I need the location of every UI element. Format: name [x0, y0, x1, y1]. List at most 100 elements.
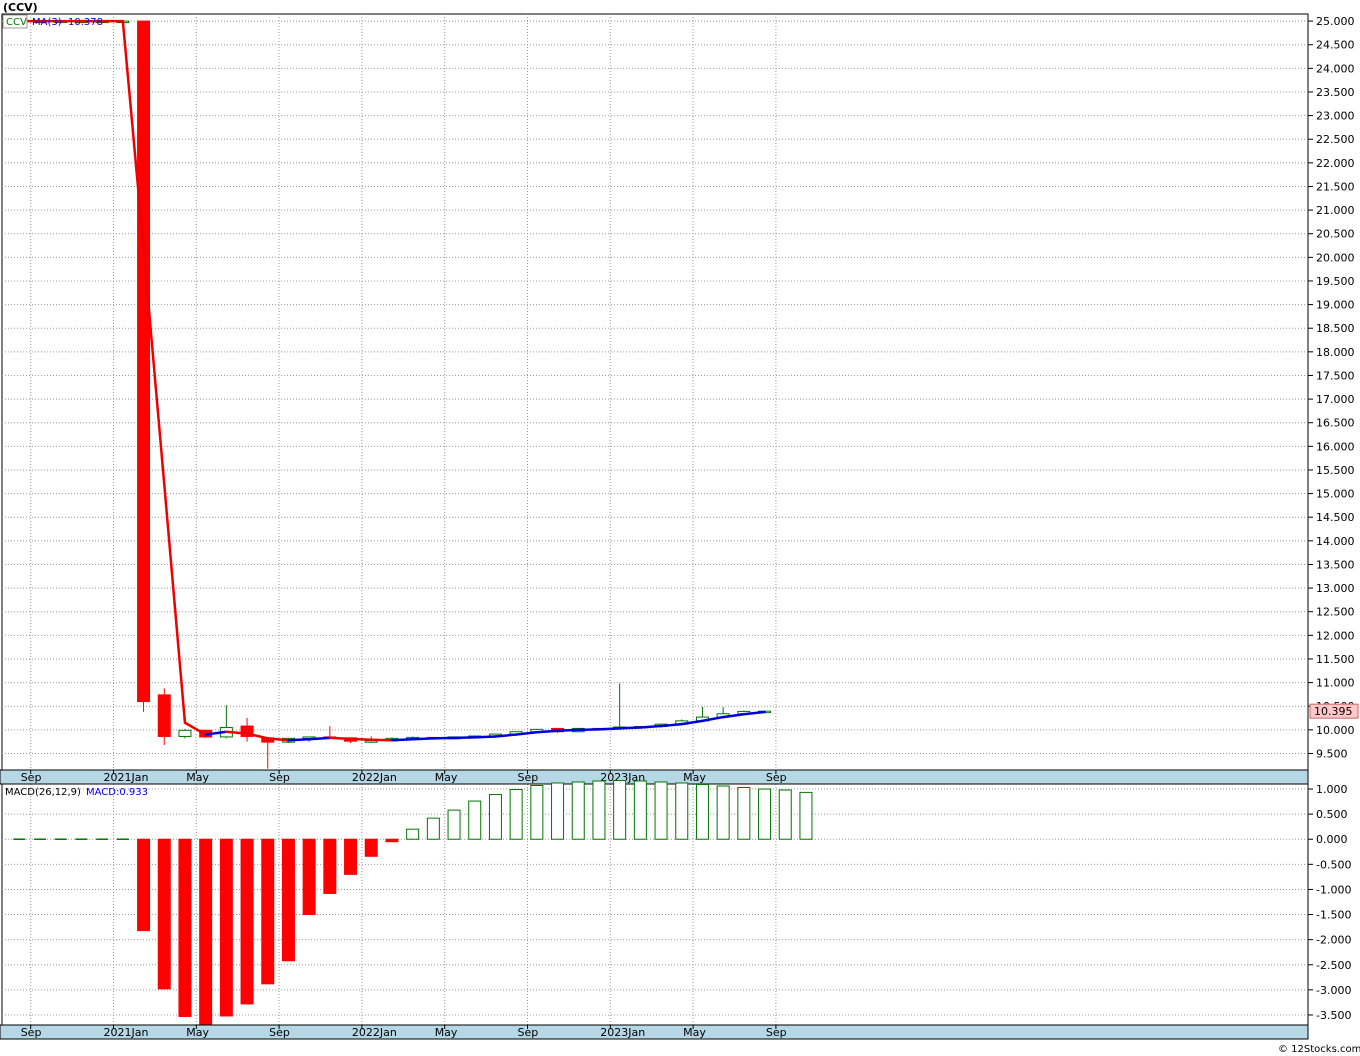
legend-symbol: CCV [6, 17, 27, 28]
macd-bar [509, 789, 523, 840]
macd-x-tick-label: Sep [518, 1026, 539, 1039]
macd-y-tick-label: 0.000 [1316, 833, 1348, 846]
macd-y-tick-label: 1.000 [1316, 783, 1348, 796]
candle-body [178, 729, 192, 737]
price-x-tick-label: Sep [518, 771, 539, 784]
macd-x-tick-label: May [683, 1026, 706, 1039]
price-y-tick-label: 10.000 [1316, 724, 1355, 737]
price-y-tick-label: 17.500 [1316, 369, 1355, 382]
price-y-tick-label: 16.500 [1316, 417, 1355, 430]
price-y-tick-label: 15.500 [1316, 464, 1355, 477]
macd-bar [426, 817, 440, 840]
macd-bar [571, 781, 585, 840]
price-x-tick-label: May [683, 771, 706, 784]
price-y-tick-label: 11.000 [1316, 677, 1355, 690]
legend-ma-value: 10.378 [68, 17, 103, 28]
ma3-segment [473, 735, 497, 739]
macd-x-tick-label: Sep [269, 1026, 290, 1039]
ma3-segment [618, 726, 642, 730]
price-x-tick-label: May [435, 771, 458, 784]
macd-bar [551, 782, 565, 840]
ma3-segment [287, 738, 311, 742]
macd-bar [613, 779, 627, 840]
macd-bar [364, 838, 378, 857]
price-y-tick-label: 14.000 [1316, 535, 1355, 548]
macd-x-tick-label: 2022Jan [352, 1026, 397, 1039]
price-y-tick-label: 23.000 [1316, 110, 1355, 123]
macd-y-tick-label: -3.500 [1316, 1009, 1351, 1022]
macd-x-tick-label: May [435, 1026, 458, 1039]
macd-bar [302, 838, 316, 916]
ma3-segment [411, 737, 435, 741]
macd-bar [261, 838, 275, 985]
price-y-tick-label: 15.000 [1316, 488, 1355, 501]
price-x-tick-label: Sep [269, 771, 290, 784]
macd-bar [716, 785, 730, 840]
macd-bar [633, 780, 647, 840]
price-y-tick-label: 12.500 [1316, 606, 1355, 619]
macd-bar [758, 788, 772, 840]
ma3-segment [556, 728, 580, 733]
macd-bar [447, 809, 461, 840]
macd-bar [199, 838, 213, 1025]
price-y-tick-label: 18.500 [1316, 322, 1355, 335]
macd-y-tick-label: -0.500 [1316, 858, 1351, 871]
macd-bar [778, 789, 792, 840]
macd-bar [137, 838, 151, 932]
candle-body [157, 694, 171, 737]
legend-ma-name: MA(3) [32, 17, 62, 28]
macd-x-tick-label: Sep [21, 1026, 42, 1039]
ma3-segment [597, 727, 621, 731]
price-y-tick-label: 20.500 [1316, 228, 1355, 241]
macd-bar [344, 838, 358, 875]
price-y-tick-label: 14.500 [1316, 511, 1355, 524]
macd-bar [488, 794, 502, 840]
price-y-tick-label: 9.500 [1316, 747, 1348, 760]
macd-bar [385, 838, 399, 843]
macd-bar [406, 828, 420, 840]
macd-bar [675, 782, 689, 840]
macd-y-tick-label: -2.500 [1316, 959, 1351, 972]
macd-bar [178, 838, 192, 1017]
macd-x-tick-label: May [186, 1026, 209, 1039]
macd-bar [157, 838, 171, 990]
price-y-tick-label: 21.000 [1316, 204, 1355, 217]
macd-legend: MACD(26,12,9) MACD:0.933 [5, 787, 148, 798]
macd-bar [240, 838, 254, 1005]
ma3-segment [535, 729, 559, 734]
price-x-tick-label: May [186, 771, 209, 784]
price-y-tick-label: 20.000 [1316, 251, 1355, 264]
chart-symbol-header: (CCV) [3, 1, 38, 14]
price-y-tick-label: 18.000 [1316, 346, 1355, 359]
macd-bar [592, 780, 606, 840]
price-y-tick-label: 13.000 [1316, 582, 1355, 595]
macd-bar [654, 781, 668, 840]
macd-bar [468, 800, 482, 840]
macd-bar [323, 838, 337, 894]
price-x-tick-label: Sep [21, 771, 42, 784]
macd-bar [737, 787, 751, 840]
price-y-tick-label: 19.000 [1316, 299, 1355, 312]
macd-y-tick-label: -1.000 [1316, 883, 1351, 896]
price-y-tick-label: 23.500 [1316, 86, 1355, 99]
price-y-tick-label: 11.500 [1316, 653, 1355, 666]
price-y-tick-label: 22.500 [1316, 133, 1355, 146]
macd-legend-value: MACD:0.933 [86, 787, 148, 798]
ma3-segment [349, 737, 373, 742]
price-x-tick-label: 2022Jan [352, 771, 397, 784]
macd-x-tick-label: 2021Jan [104, 1026, 149, 1039]
price-y-tick-label: 16.000 [1316, 440, 1355, 453]
macd-y-tick-label: -1.500 [1316, 909, 1351, 922]
macd-x-tick-label: Sep [766, 1026, 787, 1039]
macd-y-tick-label: -2.000 [1316, 934, 1351, 947]
ma3-segment [307, 736, 332, 741]
price-y-tick-label: 24.500 [1316, 39, 1355, 52]
macd-legend-name: MACD(26,12,9) [5, 787, 81, 798]
macd-bar [799, 791, 813, 840]
price-y-tick-label: 13.500 [1316, 558, 1355, 571]
macd-bar [695, 784, 709, 840]
price-x-tick-label: 2021Jan [104, 771, 149, 784]
macd-x-tick-label: 2023Jan [600, 1026, 645, 1039]
price-x-tick-label: Sep [766, 771, 787, 784]
ma3-segment [328, 736, 352, 741]
